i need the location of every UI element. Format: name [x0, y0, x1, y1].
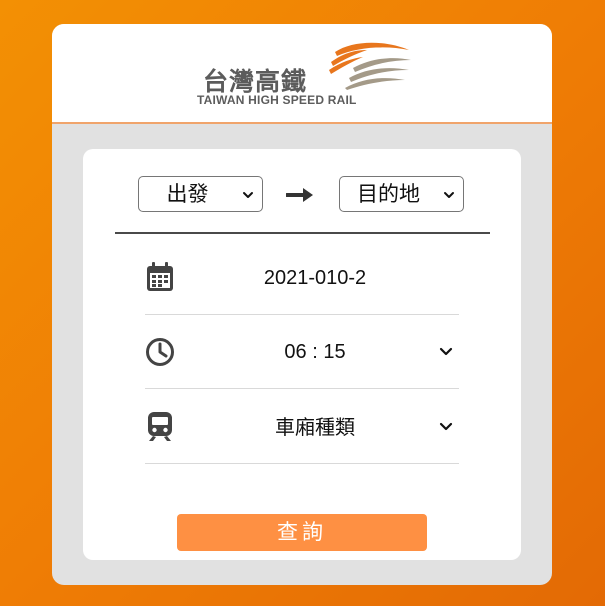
- search-button[interactable]: 查詢: [177, 514, 427, 551]
- time-field[interactable]: 06 : 15: [145, 315, 459, 389]
- origin-select-value: 出發: [166, 182, 209, 206]
- chevron-down-icon: [243, 192, 253, 198]
- car-type-field[interactable]: 車廂種類: [145, 390, 459, 464]
- search-panel: 出發 目的地 2021-010-2 06: 15 車廂種類 查詢: [83, 149, 521, 560]
- logo-name-en: TAIWAN HIGH SPEED RAIL: [197, 93, 357, 107]
- chevron-down-icon: [439, 422, 453, 431]
- chevron-down-icon: [444, 192, 454, 198]
- thsr-logo: 台灣高鐵 TAIWAN HIGH SPEED RAIL: [195, 42, 415, 112]
- clock-icon: [146, 338, 174, 366]
- date-field[interactable]: 2021-010-2: [145, 241, 459, 315]
- train-icon: [148, 412, 172, 441]
- time-value: 06 : 15: [284, 341, 346, 363]
- chevron-down-icon: [439, 347, 453, 356]
- date-value: 2021-010-2: [263, 267, 367, 289]
- card-header: 台灣高鐵 TAIWAN HIGH SPEED RAIL: [52, 24, 552, 124]
- car-type-value: 車廂種類: [275, 415, 355, 439]
- logo-swoosh-icon: [329, 42, 411, 90]
- arrow-right-icon: [286, 188, 313, 202]
- route-divider: [115, 232, 490, 234]
- calendar-icon: [147, 262, 173, 291]
- booking-card: 台灣高鐵 TAIWAN HIGH SPEED RAIL 出發 目的地 2021-…: [52, 24, 552, 585]
- destination-select-value: 目的地: [357, 182, 420, 206]
- destination-select[interactable]: 目的地: [339, 176, 464, 212]
- origin-select[interactable]: 出發: [138, 176, 263, 212]
- route-selector: 出發 目的地: [138, 176, 464, 214]
